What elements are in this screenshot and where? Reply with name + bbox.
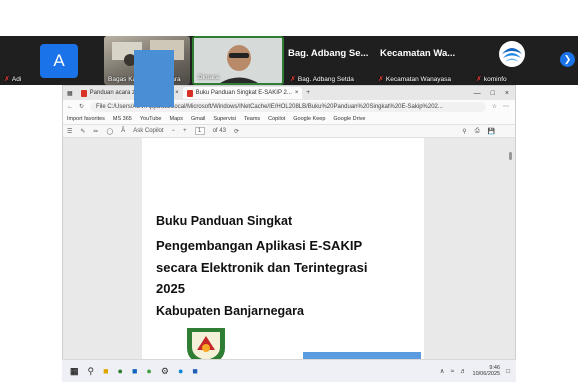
chrome-icon[interactable]: ● <box>118 366 123 376</box>
close-icon[interactable]: × <box>175 90 179 96</box>
draw-icon[interactable]: ✎ <box>80 128 85 135</box>
favorite-item[interactable]: Teams <box>244 116 260 122</box>
mic-muted-icon: ✗ <box>4 76 10 83</box>
favorite-item[interactable]: Maps <box>170 116 183 122</box>
volume-icon[interactable]: ♬ <box>460 368 467 375</box>
participant-tile-dimara[interactable]: Dimara <box>192 36 284 85</box>
mic-muted-icon: ✗ <box>290 76 296 83</box>
mic-muted-icon: ✗ <box>476 76 482 83</box>
next-participants-button[interactable]: ❯ <box>560 52 575 67</box>
scroll-thumb[interactable] <box>509 152 512 160</box>
participant-tile-kecamatan[interactable]: ✗ Kecamatan Wanayasa <box>374 36 470 85</box>
settings-icon[interactable]: ⚙ <box>161 366 169 377</box>
search-icon[interactable]: ⚲ <box>462 128 466 135</box>
minimize-icon[interactable]: — <box>474 90 481 97</box>
notification-center-icon[interactable]: □ <box>506 368 510 375</box>
start-icon[interactable]: ▦ <box>70 366 79 377</box>
file-explorer-icon[interactable]: ■ <box>103 366 108 376</box>
document-heading-line: secara Elektronik dan Terintegrasi <box>156 260 368 275</box>
highlight-icon[interactable]: ✏ <box>93 128 98 135</box>
contents-icon[interactable]: ☰ <box>67 128 72 135</box>
favorite-item[interactable]: Google Keep <box>293 116 325 122</box>
participant-avatar[interactable]: A <box>40 44 78 78</box>
favorite-item[interactable]: YouTube <box>140 116 162 122</box>
page-number-input[interactable]: 1 <box>194 127 205 135</box>
system-tray: ∧ ≈ ♬ 9:46 10/06/2025 □ <box>440 365 516 377</box>
document-region: Kabupaten Banjarnegara <box>156 304 304 318</box>
document-heading-line: Pengembangan Aplikasi E-SAKIP <box>156 238 363 253</box>
favorite-item[interactable]: Gmail <box>191 116 205 122</box>
tab-bar: ▦ Panduan acara zoom endi(1)... × Buku Pa… <box>63 86 515 100</box>
rotate-icon[interactable]: ⟳ <box>234 128 239 135</box>
zoom-out-icon[interactable]: − <box>172 128 176 134</box>
edge-icon[interactable]: ● <box>178 366 183 376</box>
clock-date: 10/06/2025 <box>472 371 501 377</box>
notifications-icon[interactable]: ∧ <box>440 367 445 375</box>
participant-label: Bag. Adbang Setda <box>297 76 354 83</box>
participant-label: Kecamatan Wanayasa <box>385 76 452 83</box>
pdf-toolbar: ☰ ✎ ✏ ◯ Â Ask Copilot − + 1 of 43 ⟳ ⚲ ⎙… <box>63 125 515 138</box>
favorites-bar: Import favorites MS 365 YouTube Maps Gma… <box>63 113 515 125</box>
more-icon[interactable]: ⋯ <box>503 103 515 110</box>
participant-name: Adi <box>11 76 22 83</box>
maximize-icon[interactable]: □ <box>491 90 495 97</box>
favorite-item[interactable]: MS 365 <box>113 116 132 122</box>
zoom-in-icon[interactable]: + <box>183 128 187 134</box>
browser-menu-icon[interactable]: ▦ <box>63 90 77 97</box>
new-tab-icon[interactable]: + <box>302 90 314 96</box>
close-icon[interactable]: × <box>295 90 299 96</box>
clock[interactable]: 9:46 10/06/2025 <box>473 365 501 377</box>
read-aloud-icon[interactable]: Â <box>121 128 125 134</box>
windows-taskbar: ▦ ⚲ ■ ● ■ ● ⚙ ● ■ ∧ ≈ ♬ 9:46 10/06/2025 … <box>62 359 516 382</box>
participant-tile-adi[interactable]: ✗ Adi <box>0 36 36 85</box>
search-icon[interactable]: ⚲ <box>88 366 95 377</box>
tab-label: Buku Panduan Singkat E-SAKIP 2... <box>195 90 292 96</box>
reload-icon[interactable]: ↻ <box>79 103 84 110</box>
pdf-icon <box>186 89 193 97</box>
erase-icon[interactable]: ◯ <box>106 128 113 135</box>
favorite-item[interactable]: Google Drive <box>333 116 365 122</box>
ask-copilot-button[interactable]: Ask Copilot <box>133 128 163 134</box>
address-bar-row: ← ↻ File C:/Users/ASV/AppData/Local/Micr… <box>63 100 515 113</box>
favorite-item[interactable]: Supervisi <box>213 116 236 122</box>
document-title: Buku Panduan Singkat <box>156 214 293 228</box>
favorite-item[interactable]: Copilot <box>268 116 285 122</box>
participant-name: kominfo <box>483 76 507 83</box>
word-icon[interactable]: ■ <box>192 366 197 376</box>
favorite-item[interactable]: Import favorites <box>67 116 105 122</box>
document-cover-block <box>134 50 174 107</box>
star-icon[interactable]: ☆ <box>492 103 497 110</box>
shared-screen-browser: ▦ Panduan acara zoom endi(1)... × Buku Pa… <box>62 85 516 382</box>
pdf-icon <box>80 89 87 97</box>
save-icon[interactable]: 💾 <box>488 128 515 135</box>
tab-buku-panduan[interactable]: Buku Panduan Singkat E-SAKIP 2... × <box>182 87 303 99</box>
document-year: 2025 <box>156 281 185 296</box>
chevron-right-icon: ❯ <box>563 54 572 64</box>
app-icon[interactable]: ■ <box>132 366 137 376</box>
participant-tile-bag-adbang[interactable]: ✗ Bag. Adbang Setda <box>286 36 370 85</box>
scrollbar[interactable] <box>508 140 514 358</box>
meeting-window: ✗Adi A Bagas Kab Banjarnegara Dimara Bag… <box>0 0 578 382</box>
print-icon[interactable]: ⎙ <box>475 128 480 135</box>
back-icon[interactable]: ← <box>67 104 73 110</box>
mic-muted-icon: ✗ <box>378 76 384 83</box>
participant-name: Dimara <box>198 74 219 81</box>
page-total: of 43 <box>212 128 226 134</box>
close-window-icon[interactable]: × <box>505 90 509 97</box>
whatsapp-icon[interactable]: ● <box>146 366 151 376</box>
network-icon[interactable]: ≈ <box>450 368 454 375</box>
participant-tile-kominfo[interactable]: ✗ kominfo <box>472 36 552 85</box>
